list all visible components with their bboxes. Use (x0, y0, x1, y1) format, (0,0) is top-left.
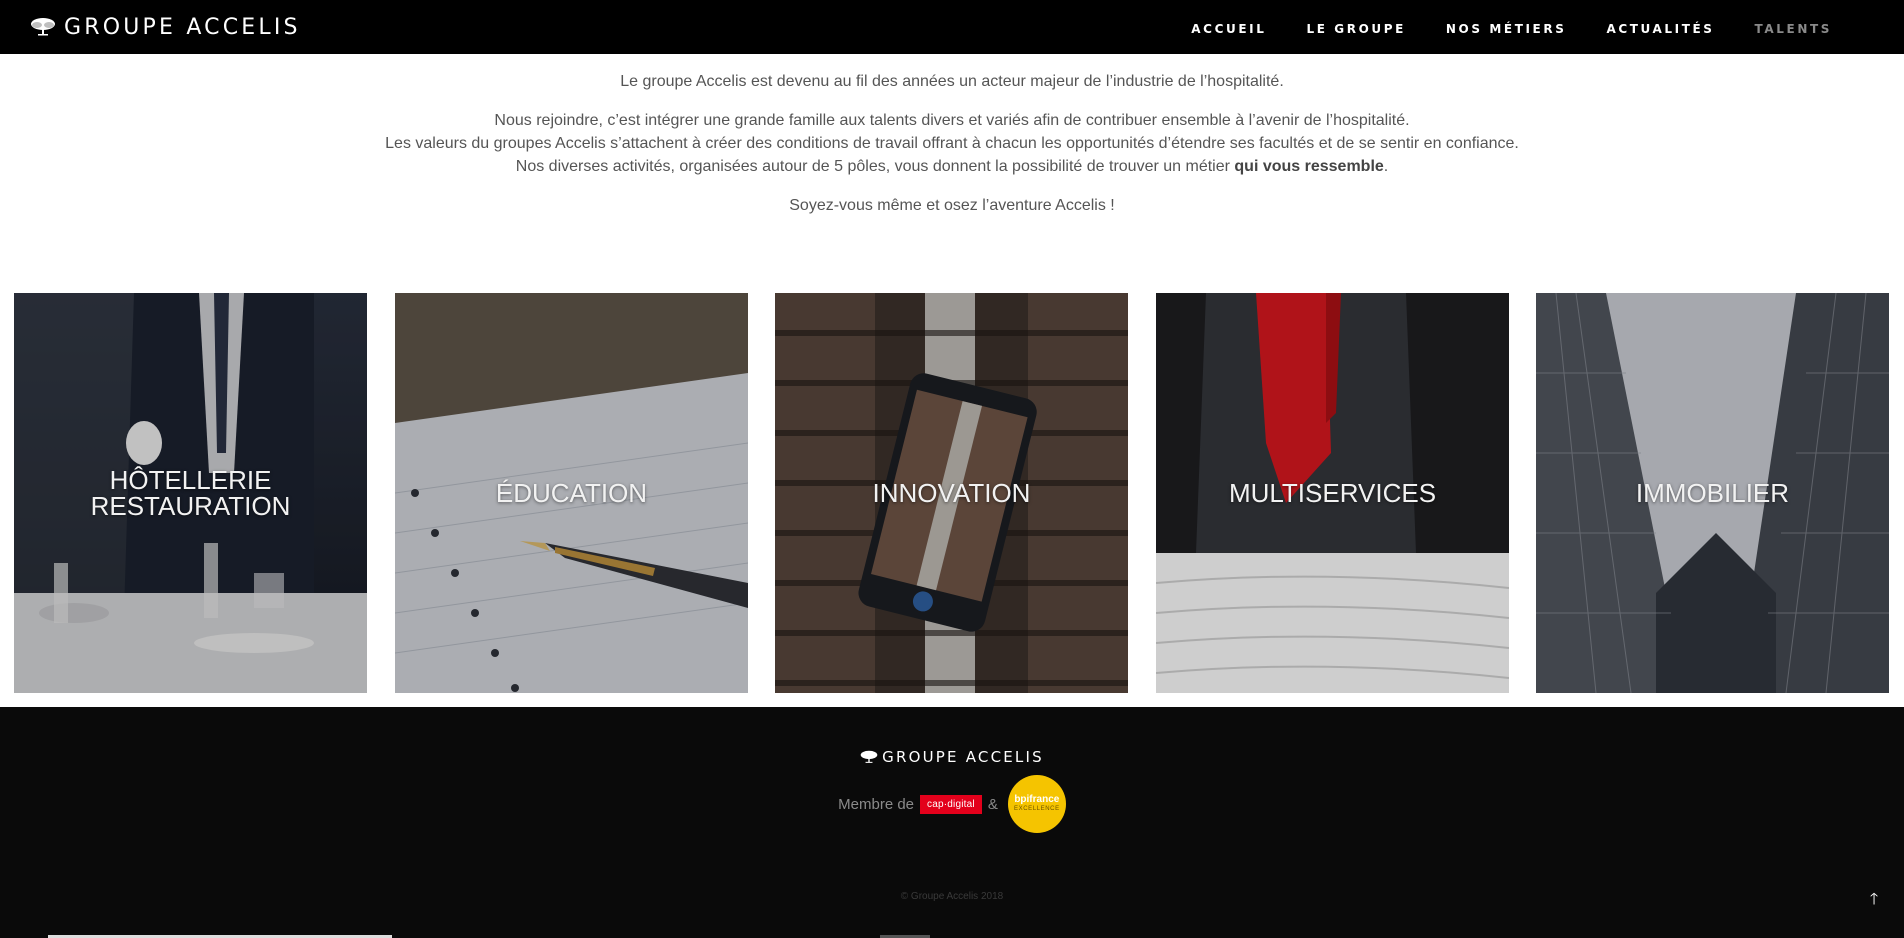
tile-label-line-1: HÔTELLERIE (109, 465, 272, 495)
tile-label-line-2: RESTAURATION (90, 491, 291, 521)
bpi-bottom-text: EXCELLENCE (1013, 805, 1060, 812)
nav-nos-metiers[interactable]: NOS MÉTIERS (1446, 22, 1567, 36)
nav-talents[interactable]: TALENTS (1755, 22, 1832, 36)
tile-label-line-1: IMMOBILIER (1635, 478, 1790, 508)
tile-label-education: ÉDUCATION (395, 293, 748, 693)
tile-immobilier[interactable]: IMMOBILIER (1536, 293, 1889, 693)
tile-education[interactable]: ÉDUCATION (395, 293, 748, 693)
nav-le-groupe[interactable]: LE GROUPE (1306, 22, 1405, 36)
tile-label-line-1: ÉDUCATION (495, 478, 648, 508)
intro-paragraph-5: Soyez-vous même et osez l’aventure Accel… (789, 197, 1115, 214)
back-to-top-arrow-icon[interactable]: 🡑 (1864, 890, 1884, 910)
tile-multiservices[interactable]: MULTISERVICES (1156, 293, 1509, 693)
cap-digital-logo[interactable]: cap·digital (920, 794, 982, 814)
bpifrance-excellence-logo[interactable]: bpifrance EXCELLENCE (1007, 775, 1066, 833)
footer-brand[interactable]: GROUPE ACCELIS (0, 748, 1904, 766)
tree-logo-icon (860, 750, 878, 763)
ampersand: & (987, 795, 998, 813)
intro-paragraph-4-end: . (1383, 158, 1389, 175)
intro-emphasis: qui vous ressemble (1234, 158, 1384, 175)
tile-hotellerie-restauration[interactable]: HÔTELLERIE RESTAURATION (14, 293, 367, 693)
top-navbar: GROUPE ACCELIS ACCUEIL LE GROUPE NOS MÉT… (0, 0, 1904, 54)
footer-brand-name: GROUPE ACCELIS (882, 748, 1044, 766)
nav-actualites[interactable]: ACTUALITÉS (1606, 22, 1714, 36)
intro-text: Le groupe Accelis est devenu au fil des … (0, 70, 1904, 217)
intro-paragraph-3: Les valeurs du groupes Accelis s’attache… (385, 135, 1519, 152)
tree-logo-icon (31, 18, 55, 36)
tile-label-hotellerie: HÔTELLERIE RESTAURATION (14, 293, 367, 693)
tile-label-line-1: INNOVATION (872, 478, 1031, 508)
bpi-top-text: bpifrance (1014, 793, 1060, 805)
intro-paragraph-4: Nos diverses activités, organisées autou… (0, 155, 1904, 178)
tile-innovation[interactable]: INNOVATION (775, 293, 1128, 693)
copyright: © Groupe Accelis 2018 (900, 891, 1004, 902)
intro-paragraph-2: Nous rejoindre, c’est intégrer une grand… (494, 112, 1410, 129)
brand-logo[interactable]: GROUPE ACCELIS (30, 13, 301, 41)
brand-name: GROUPE ACCELIS (64, 14, 301, 40)
intro-paragraph-4-text: Nos diverses activités, organisées autou… (515, 158, 1235, 175)
tile-label-immobilier: IMMOBILIER (1536, 293, 1889, 693)
intro-paragraph-1: Le groupe Accelis est devenu au fil des … (620, 73, 1284, 90)
main-nav: ACCUEIL LE GROUPE NOS MÉTIERS ACTUALITÉS… (1151, 0, 1832, 58)
footer: GROUPE ACCELIS Membre de cap·digital & b… (0, 707, 1904, 938)
tile-label-innovation: INNOVATION (775, 293, 1128, 693)
membership-line: Membre de cap·digital & bpifrance EXCELL… (0, 774, 1904, 834)
nav-accueil[interactable]: ACCUEIL (1191, 22, 1266, 36)
tile-label-multiservices: MULTISERVICES (1156, 293, 1509, 693)
tile-label-line-1: MULTISERVICES (1228, 478, 1437, 508)
member-label: Membre de (838, 795, 915, 813)
